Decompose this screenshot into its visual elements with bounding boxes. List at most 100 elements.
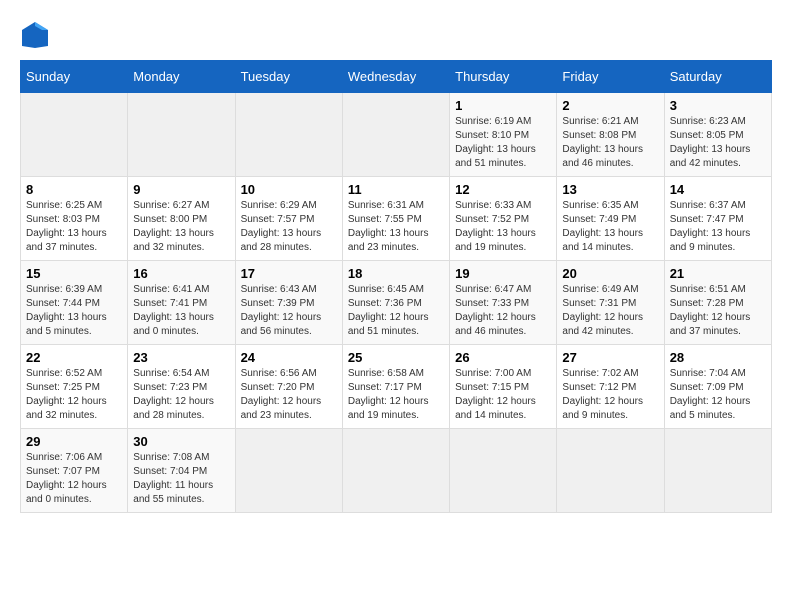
- day-number: 12: [455, 182, 551, 197]
- calendar-cell: [342, 429, 449, 513]
- day-number: 16: [133, 266, 229, 281]
- day-number: 18: [348, 266, 444, 281]
- day-info: Sunrise: 6:19 AMSunset: 8:10 PMDaylight:…: [455, 115, 551, 171]
- weekday-header: Sunday: [21, 61, 128, 93]
- day-number: 23: [133, 350, 229, 365]
- day-info: Sunrise: 6:54 AMSunset: 7:23 PMDaylight:…: [133, 367, 229, 423]
- calendar-cell: 25 Sunrise: 6:58 AMSunset: 7:17 PMDaylig…: [342, 345, 449, 429]
- day-info: Sunrise: 6:39 AMSunset: 7:44 PMDaylight:…: [26, 283, 122, 339]
- day-number: 9: [133, 182, 229, 197]
- calendar-cell: 26 Sunrise: 7:00 AMSunset: 7:15 PMDaylig…: [450, 345, 557, 429]
- calendar-cell: 14 Sunrise: 6:37 AMSunset: 7:47 PMDaylig…: [664, 177, 771, 261]
- weekday-header: Thursday: [450, 61, 557, 93]
- page-header: [20, 20, 772, 50]
- day-number: 24: [241, 350, 337, 365]
- day-number: 14: [670, 182, 766, 197]
- calendar-cell: 11 Sunrise: 6:31 AMSunset: 7:55 PMDaylig…: [342, 177, 449, 261]
- day-number: 1: [455, 98, 551, 113]
- calendar-cell: 16 Sunrise: 6:41 AMSunset: 7:41 PMDaylig…: [128, 261, 235, 345]
- day-info: Sunrise: 6:52 AMSunset: 7:25 PMDaylight:…: [26, 367, 122, 423]
- calendar-cell: [128, 93, 235, 177]
- day-info: Sunrise: 6:35 AMSunset: 7:49 PMDaylight:…: [562, 199, 658, 255]
- day-number: 26: [455, 350, 551, 365]
- logo: [20, 20, 52, 50]
- calendar-cell: 12 Sunrise: 6:33 AMSunset: 7:52 PMDaylig…: [450, 177, 557, 261]
- calendar-cell: 9 Sunrise: 6:27 AMSunset: 8:00 PMDayligh…: [128, 177, 235, 261]
- calendar-cell: 1 Sunrise: 6:19 AMSunset: 8:10 PMDayligh…: [450, 93, 557, 177]
- day-info: Sunrise: 6:49 AMSunset: 7:31 PMDaylight:…: [562, 283, 658, 339]
- calendar-cell: [557, 429, 664, 513]
- day-info: Sunrise: 6:37 AMSunset: 7:47 PMDaylight:…: [670, 199, 766, 255]
- calendar-table: SundayMondayTuesdayWednesdayThursdayFrid…: [20, 60, 772, 513]
- day-number: 22: [26, 350, 122, 365]
- day-number: 25: [348, 350, 444, 365]
- calendar-cell: 27 Sunrise: 7:02 AMSunset: 7:12 PMDaylig…: [557, 345, 664, 429]
- calendar-cell: [664, 429, 771, 513]
- calendar-cell: [235, 429, 342, 513]
- calendar-week-row: 22 Sunrise: 6:52 AMSunset: 7:25 PMDaylig…: [21, 345, 772, 429]
- calendar-cell: 24 Sunrise: 6:56 AMSunset: 7:20 PMDaylig…: [235, 345, 342, 429]
- day-info: Sunrise: 7:02 AMSunset: 7:12 PMDaylight:…: [562, 367, 658, 423]
- day-info: Sunrise: 6:33 AMSunset: 7:52 PMDaylight:…: [455, 199, 551, 255]
- calendar-week-row: 1 Sunrise: 6:19 AMSunset: 8:10 PMDayligh…: [21, 93, 772, 177]
- calendar-cell: 10 Sunrise: 6:29 AMSunset: 7:57 PMDaylig…: [235, 177, 342, 261]
- day-number: 28: [670, 350, 766, 365]
- calendar-cell: 3 Sunrise: 6:23 AMSunset: 8:05 PMDayligh…: [664, 93, 771, 177]
- day-info: Sunrise: 6:25 AMSunset: 8:03 PMDaylight:…: [26, 199, 122, 255]
- weekday-header: Saturday: [664, 61, 771, 93]
- day-info: Sunrise: 7:04 AMSunset: 7:09 PMDaylight:…: [670, 367, 766, 423]
- day-number: 30: [133, 434, 229, 449]
- day-info: Sunrise: 6:21 AMSunset: 8:08 PMDaylight:…: [562, 115, 658, 171]
- calendar-cell: 15 Sunrise: 6:39 AMSunset: 7:44 PMDaylig…: [21, 261, 128, 345]
- day-number: 15: [26, 266, 122, 281]
- day-info: Sunrise: 7:08 AMSunset: 7:04 PMDaylight:…: [133, 451, 229, 507]
- calendar-cell: [21, 93, 128, 177]
- calendar-cell: 18 Sunrise: 6:45 AMSunset: 7:36 PMDaylig…: [342, 261, 449, 345]
- calendar-week-row: 8 Sunrise: 6:25 AMSunset: 8:03 PMDayligh…: [21, 177, 772, 261]
- day-info: Sunrise: 6:27 AMSunset: 8:00 PMDaylight:…: [133, 199, 229, 255]
- day-info: Sunrise: 6:56 AMSunset: 7:20 PMDaylight:…: [241, 367, 337, 423]
- calendar-cell: 21 Sunrise: 6:51 AMSunset: 7:28 PMDaylig…: [664, 261, 771, 345]
- calendar-cell: 23 Sunrise: 6:54 AMSunset: 7:23 PMDaylig…: [128, 345, 235, 429]
- day-number: 17: [241, 266, 337, 281]
- day-info: Sunrise: 6:58 AMSunset: 7:17 PMDaylight:…: [348, 367, 444, 423]
- day-number: 2: [562, 98, 658, 113]
- day-number: 13: [562, 182, 658, 197]
- calendar-cell: [450, 429, 557, 513]
- calendar-cell: 2 Sunrise: 6:21 AMSunset: 8:08 PMDayligh…: [557, 93, 664, 177]
- calendar-cell: [342, 93, 449, 177]
- day-number: 10: [241, 182, 337, 197]
- day-info: Sunrise: 7:00 AMSunset: 7:15 PMDaylight:…: [455, 367, 551, 423]
- calendar-week-row: 29 Sunrise: 7:06 AMSunset: 7:07 PMDaylig…: [21, 429, 772, 513]
- logo-icon: [20, 20, 50, 50]
- day-info: Sunrise: 6:43 AMSunset: 7:39 PMDaylight:…: [241, 283, 337, 339]
- calendar-cell: 13 Sunrise: 6:35 AMSunset: 7:49 PMDaylig…: [557, 177, 664, 261]
- day-info: Sunrise: 6:31 AMSunset: 7:55 PMDaylight:…: [348, 199, 444, 255]
- calendar-cell: 29 Sunrise: 7:06 AMSunset: 7:07 PMDaylig…: [21, 429, 128, 513]
- day-number: 21: [670, 266, 766, 281]
- calendar-cell: 20 Sunrise: 6:49 AMSunset: 7:31 PMDaylig…: [557, 261, 664, 345]
- day-info: Sunrise: 6:47 AMSunset: 7:33 PMDaylight:…: [455, 283, 551, 339]
- day-info: Sunrise: 6:41 AMSunset: 7:41 PMDaylight:…: [133, 283, 229, 339]
- day-number: 11: [348, 182, 444, 197]
- day-number: 8: [26, 182, 122, 197]
- day-number: 20: [562, 266, 658, 281]
- day-info: Sunrise: 6:23 AMSunset: 8:05 PMDaylight:…: [670, 115, 766, 171]
- calendar-week-row: 15 Sunrise: 6:39 AMSunset: 7:44 PMDaylig…: [21, 261, 772, 345]
- day-number: 19: [455, 266, 551, 281]
- calendar-cell: 28 Sunrise: 7:04 AMSunset: 7:09 PMDaylig…: [664, 345, 771, 429]
- day-number: 27: [562, 350, 658, 365]
- weekday-header: Tuesday: [235, 61, 342, 93]
- calendar-cell: 19 Sunrise: 6:47 AMSunset: 7:33 PMDaylig…: [450, 261, 557, 345]
- day-info: Sunrise: 7:06 AMSunset: 7:07 PMDaylight:…: [26, 451, 122, 507]
- day-info: Sunrise: 6:45 AMSunset: 7:36 PMDaylight:…: [348, 283, 444, 339]
- weekday-header: Friday: [557, 61, 664, 93]
- weekday-header-row: SundayMondayTuesdayWednesdayThursdayFrid…: [21, 61, 772, 93]
- day-info: Sunrise: 6:29 AMSunset: 7:57 PMDaylight:…: [241, 199, 337, 255]
- calendar-cell: [235, 93, 342, 177]
- calendar-cell: 22 Sunrise: 6:52 AMSunset: 7:25 PMDaylig…: [21, 345, 128, 429]
- day-number: 3: [670, 98, 766, 113]
- calendar-cell: 17 Sunrise: 6:43 AMSunset: 7:39 PMDaylig…: [235, 261, 342, 345]
- weekday-header: Monday: [128, 61, 235, 93]
- weekday-header: Wednesday: [342, 61, 449, 93]
